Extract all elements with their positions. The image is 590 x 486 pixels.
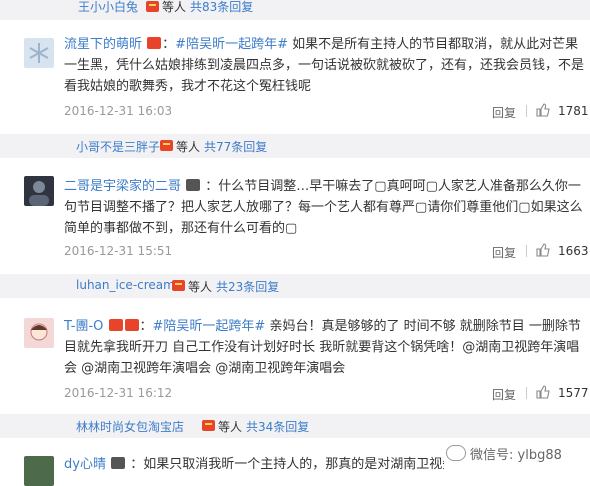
- separator: [526, 387, 527, 399]
- vip-icon: [111, 457, 126, 469]
- like-count: 1781: [558, 104, 589, 118]
- vip-icon: [108, 319, 123, 331]
- comment-user-link[interactable]: 二哥是宇梁家的二哥: [64, 179, 181, 194]
- badge-icon: [146, 1, 159, 12]
- comment-body: 二哥是宇梁家的二哥 ：什么节目调整…早干嘛去了▢真呵呵▢人家艺人准备那么久你一句…: [64, 176, 584, 239]
- reply-count-link[interactable]: 共23条回复: [216, 278, 279, 295]
- reply-button[interactable]: 回复: [492, 244, 516, 261]
- reply-mid-text: 等人: [176, 140, 201, 154]
- like-count: 1577: [558, 386, 589, 400]
- reply-count-link[interactable]: 共77条回复: [204, 138, 267, 155]
- comment-user-link[interactable]: dy心晴: [64, 457, 106, 472]
- snowflake-avatar-icon: [29, 43, 49, 63]
- topic-tag-link[interactable]: #陪吴昕一起跨年#: [153, 319, 266, 334]
- thumbs-up-icon[interactable]: [536, 385, 550, 399]
- topic-tag-link[interactable]: #陪吴昕一起跨年#: [175, 37, 288, 52]
- thumbs-up-icon[interactable]: [536, 243, 550, 257]
- reply-count-link[interactable]: 共83条回复: [190, 0, 253, 15]
- avatar[interactable]: [24, 456, 54, 486]
- reply-button[interactable]: 回复: [492, 386, 516, 403]
- comment-body: T-團-O ：#陪吴昕一起跨年# 亲妈台！真是够够的了 时间不够 就删除节目 一…: [64, 319, 581, 376]
- separator: [526, 105, 527, 117]
- reply-user-link[interactable]: 王小小白兔: [78, 0, 138, 15]
- comment-text: 亲妈台！真是够够的了 时间不够 就删除节目 一删除节目就先拿我昕开刀 自己工作没…: [64, 319, 581, 376]
- reply-count-link[interactable]: 共34条回复: [246, 418, 309, 435]
- comment-body: 流星下的萌昕 ：#陪吴昕一起跨年# 如果不是所有主持人的节目都取消，就从此对芒果…: [64, 37, 585, 94]
- comment-time: 2016-12-31 15:51: [64, 244, 173, 258]
- comment-user-link[interactable]: 流星下的萌昕: [64, 37, 142, 52]
- badge-icon: [202, 420, 215, 431]
- avatar[interactable]: [24, 38, 54, 68]
- reply-user-link[interactable]: luhan_ice-cream: [76, 278, 175, 292]
- vip-icon: [186, 179, 201, 191]
- reply-user-link[interactable]: 小哥不是三胖子: [76, 138, 160, 155]
- wechat-watermark: 微信号: ylbg88: [446, 444, 562, 463]
- avatar[interactable]: [24, 318, 54, 348]
- reply-strip[interactable]: 林林时尚女包淘宝店 等人 共34条回复: [0, 414, 590, 438]
- watermark-text: 微信号: ylbg88: [470, 448, 562, 463]
- thumbs-up-icon[interactable]: [536, 103, 550, 117]
- comment-user-link[interactable]: T-團-O: [64, 319, 103, 334]
- separator: [526, 245, 527, 257]
- reply-strip[interactable]: 王小小白兔 等人 共83条回复: [0, 0, 590, 20]
- reply-mid-text: 等人: [188, 280, 213, 294]
- girl-avatar-icon: [30, 323, 48, 341]
- avatar[interactable]: [24, 176, 54, 206]
- comment-body: dy心晴 ：如果只取消我昕一个主持人的，那真的是对湖南卫视失望透顶: [64, 454, 444, 475]
- reply-mid-text: 等人: [162, 0, 187, 14]
- reply-strip[interactable]: 小哥不是三胖子 等人 共77条回复: [0, 134, 590, 158]
- reply-button[interactable]: 回复: [492, 104, 516, 121]
- comment-time: 2016-12-31 16:03: [64, 104, 173, 118]
- badge-icon: [172, 280, 185, 291]
- comment-text: 如果不是所有主持人的节目都取消，就从此对芒果一生黑，凭什么姑娘排练到凌晨四点多，…: [64, 37, 585, 94]
- like-count: 1663: [558, 244, 589, 258]
- vip-icon: [124, 319, 139, 331]
- wechat-icon: [446, 445, 466, 461]
- comment-text: ：如果只取消我昕一个主持人的，那真的是对湖南卫视失望透顶: [130, 457, 444, 472]
- comment-time: 2016-12-31 16:12: [64, 386, 173, 400]
- person-avatar-icon: [29, 181, 49, 206]
- vip-icon: [147, 37, 162, 49]
- reply-strip[interactable]: luhan_ice-cream 等人 共23条回复: [0, 274, 590, 298]
- reply-mid-text: 等人: [218, 420, 243, 434]
- reply-user-link[interactable]: 林林时尚女包淘宝店: [76, 418, 184, 435]
- badge-icon: [160, 140, 173, 151]
